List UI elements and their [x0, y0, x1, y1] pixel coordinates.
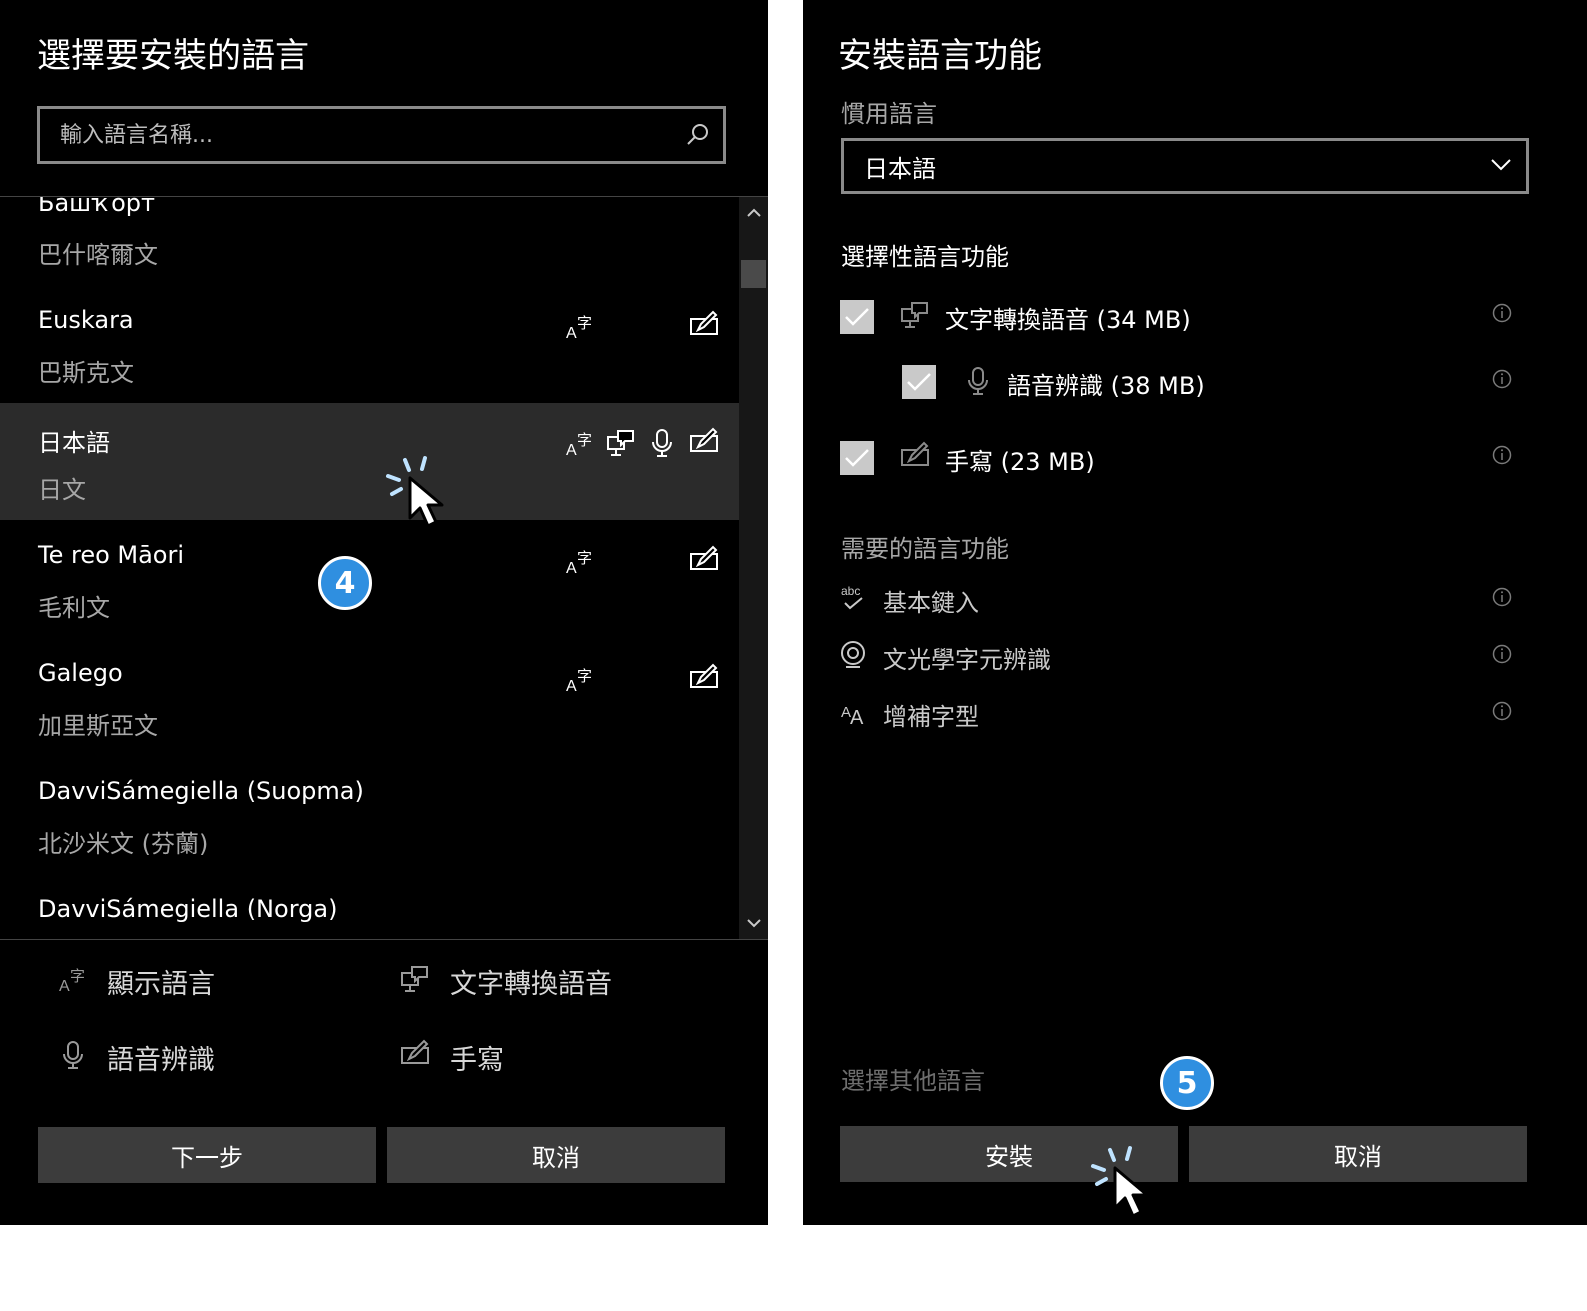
legend-speech-recognition: 語音辨識	[107, 1045, 215, 1076]
language-picker-panel: 選擇要安裝的語言 Башҡорт 巴什喀爾文 Euskara 巴斯克文 日本語 …	[0, 0, 768, 1225]
svg-text:abc: abc	[841, 584, 860, 598]
info-icon[interactable]	[1492, 445, 1512, 465]
checkmark-icon	[845, 449, 869, 467]
display-language-icon	[58, 964, 88, 994]
checkmark-icon	[845, 308, 869, 326]
search-icon[interactable]	[685, 122, 711, 148]
language-native-name: Euskara	[38, 306, 134, 334]
spellcheck-icon: abc	[841, 584, 863, 610]
language-search-input[interactable]	[40, 109, 670, 161]
info-icon[interactable]	[1492, 303, 1512, 323]
svg-text:A: A	[850, 707, 864, 727]
cancel-button[interactable]: 取消	[1189, 1126, 1527, 1182]
handwriting-icon	[689, 662, 719, 692]
scroll-down-button[interactable]	[739, 909, 768, 937]
next-button[interactable]: 下一步	[38, 1127, 376, 1183]
scroll-thumb[interactable]	[741, 260, 766, 288]
speech-recognition-checkbox[interactable]	[902, 365, 936, 399]
handwriting-checkbox[interactable]	[840, 441, 874, 475]
language-native-name: Galego	[38, 659, 123, 687]
preferred-language-label: 慣用語言	[841, 100, 937, 128]
tts-feature-label: 文字轉換語音 (34 MB)	[945, 306, 1191, 334]
language-chinese-name: 巴什喀爾文	[38, 241, 158, 269]
microphone-icon	[58, 1040, 88, 1070]
speech-recognition-feature-label: 語音辨識 (38 MB)	[1007, 372, 1205, 400]
required-features-heading: 需要的語言功能	[841, 535, 1009, 563]
microphone-icon	[963, 366, 993, 396]
language-native-name: DavviSámegiella (Norga)	[38, 895, 338, 923]
display-language-icon	[565, 664, 595, 694]
scroll-up-button[interactable]	[739, 199, 768, 227]
panel-title: 選擇要安裝的語言	[37, 36, 309, 76]
ocr-icon	[841, 641, 865, 668]
handwriting-icon	[900, 440, 930, 470]
language-item-northern-sami-finland[interactable]: DavviSámegiella (Suopma) 北沙米文 (芬蘭)	[0, 757, 740, 874]
language-chinese-name: 日文	[38, 476, 86, 504]
language-native-name: 日本語	[38, 429, 110, 457]
language-native-name: DavviSámegiella (Suopma)	[38, 777, 364, 805]
handwriting-icon	[400, 1038, 430, 1068]
list-scrollbar[interactable]	[739, 197, 768, 939]
language-search-box[interactable]	[37, 106, 726, 164]
legend-handwriting: 手寫	[450, 1045, 504, 1076]
language-list[interactable]: Башҡорт 巴什喀爾文 Euskara 巴斯克文 日本語 日文 Te reo…	[0, 196, 768, 940]
handwriting-icon	[689, 309, 719, 339]
cancel-button[interactable]: 取消	[387, 1127, 725, 1183]
microphone-icon	[647, 428, 677, 458]
chevron-down-icon	[746, 919, 761, 928]
chevron-up-icon	[746, 208, 761, 217]
language-item-basque[interactable]: Euskara 巴斯克文	[0, 286, 740, 403]
info-icon[interactable]	[1492, 701, 1512, 721]
step-badge-5: 5	[1160, 1056, 1214, 1110]
panel-title: 安裝語言功能	[838, 36, 1042, 76]
chevron-down-icon	[1491, 159, 1511, 171]
info-icon[interactable]	[1492, 587, 1512, 607]
preferred-language-value: 日本語	[864, 154, 936, 183]
preferred-language-dropdown[interactable]: 日本語	[841, 138, 1529, 194]
handwriting-icon	[689, 426, 719, 456]
choose-other-language-link[interactable]: 選擇其他語言	[841, 1061, 985, 1096]
display-language-icon	[565, 311, 595, 341]
handwriting-feature-label: 手寫 (23 MB)	[945, 448, 1095, 476]
legend-display-language: 顯示語言	[107, 969, 215, 1000]
basic-typing-label: 基本鍵入	[883, 589, 979, 617]
language-chinese-name: 北沙米文 (芬蘭)	[38, 830, 209, 858]
language-native-name: Te reo Māori	[38, 541, 185, 569]
mouse-cursor-icon	[380, 452, 460, 532]
language-chinese-name: 毛利文	[38, 594, 110, 622]
checkmark-icon	[907, 373, 931, 391]
tts-checkbox[interactable]	[840, 300, 874, 334]
info-icon[interactable]	[1492, 369, 1512, 389]
display-language-icon	[565, 546, 595, 576]
ocr-label: 文光學字元辨識	[883, 646, 1051, 674]
text-to-speech-icon	[606, 428, 636, 458]
optional-features-heading: 選擇性語言功能	[841, 243, 1009, 271]
legend-text-to-speech: 文字轉換語音	[450, 969, 612, 1000]
step-badge-4: 4	[318, 556, 372, 610]
language-chinese-name: 加里斯亞文	[38, 712, 158, 740]
language-native-name: Башҡорт	[38, 196, 155, 217]
handwriting-icon	[689, 544, 719, 574]
language-item-galician[interactable]: Galego 加里斯亞文	[0, 639, 740, 756]
text-to-speech-icon	[400, 964, 430, 994]
display-language-icon	[565, 428, 595, 458]
language-item-bashkir[interactable]: Башҡорт 巴什喀爾文	[0, 196, 740, 274]
language-item-northern-sami-norway[interactable]: DavviSámegiella (Norga)	[0, 875, 740, 939]
supplemental-fonts-label: 增補字型	[883, 703, 979, 731]
install-features-panel: 安裝語言功能 慣用語言 日本語 選擇性語言功能 文字轉換語音 (34 MB) 語…	[803, 0, 1587, 1225]
info-icon[interactable]	[1492, 644, 1512, 664]
text-to-speech-icon	[900, 300, 930, 330]
font-icon: A A	[841, 704, 864, 727]
mouse-cursor-icon	[1085, 1142, 1165, 1222]
language-chinese-name: 巴斯克文	[38, 359, 134, 387]
